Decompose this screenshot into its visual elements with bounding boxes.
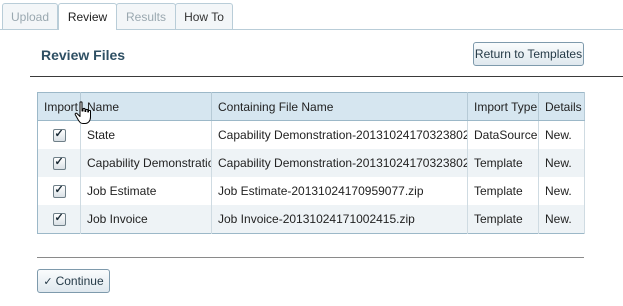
header-divider [30,76,623,77]
file-cell: Capability Demonstration-201310241703238… [211,120,468,149]
table-header-row: Import Name Containing File Name Import … [37,92,585,121]
checkmark-icon: ✓ [54,128,64,141]
tab-how-to[interactable]: How To [175,3,233,29]
column-header-details[interactable]: Details [538,92,585,121]
type-cell: Template [467,149,539,177]
type-cell: DataSource [467,120,539,149]
tab-results[interactable]: Results [116,3,176,29]
import-checkbox[interactable]: ✓ [52,212,66,227]
checkmark-icon: ✓ [54,184,64,197]
table-row: ✓ Job Invoice Job Invoice-20131024171002… [37,205,585,234]
import-cell: ✓ [37,177,81,205]
name-cell: State [80,120,212,149]
return-to-templates-button[interactable]: Return to Templates [473,42,584,66]
import-checkbox[interactable]: ✓ [52,128,66,143]
tab-review[interactable]: Review [58,3,117,30]
footer-divider [37,257,584,258]
check-icon: ✓ [43,276,53,288]
details-cell: New. [538,149,585,177]
import-cell: ✓ [37,149,81,177]
table-row: ✓ State Capability Demonstration-2013102… [37,120,585,149]
hand-pointer-icon [74,101,91,124]
checkmark-icon: ✓ [54,212,64,225]
column-header-name[interactable]: Name [80,92,212,121]
checkmark-icon: ✓ [54,156,64,169]
column-header-type[interactable]: Import Type [467,92,539,121]
file-cell: Job Invoice-20131024171002415.zip [211,205,468,234]
continue-button[interactable]: ✓ Continue [37,269,110,293]
import-checkbox[interactable]: ✓ [52,156,66,171]
type-cell: Template [467,205,539,234]
details-cell: New. [538,205,585,234]
name-cell: Capability Demonstration [80,149,212,177]
column-header-file[interactable]: Containing File Name [211,92,468,121]
details-cell: New. [538,177,585,205]
file-cell: Capability Demonstration-201310241703238… [211,149,468,177]
name-cell: Job Estimate [80,177,212,205]
page-title: Review Files [41,47,126,63]
table-row: ✓ Job Estimate Job Estimate-201310241709… [37,177,585,205]
details-cell: New. [538,120,585,149]
type-cell: Template [467,177,539,205]
review-files-table: Import Name Containing File Name Import … [37,92,585,234]
import-cell: ✓ [37,205,81,234]
name-cell: Job Invoice [80,205,212,234]
continue-label: Continue [55,274,104,288]
file-cell: Job Estimate-20131024170959077.zip [211,177,468,205]
tab-bar: Upload Review Results How To [0,0,623,30]
table-row: ✓ Capability Demonstration Capability De… [37,149,585,177]
import-checkbox[interactable]: ✓ [52,184,66,199]
tab-upload[interactable]: Upload [2,3,58,29]
